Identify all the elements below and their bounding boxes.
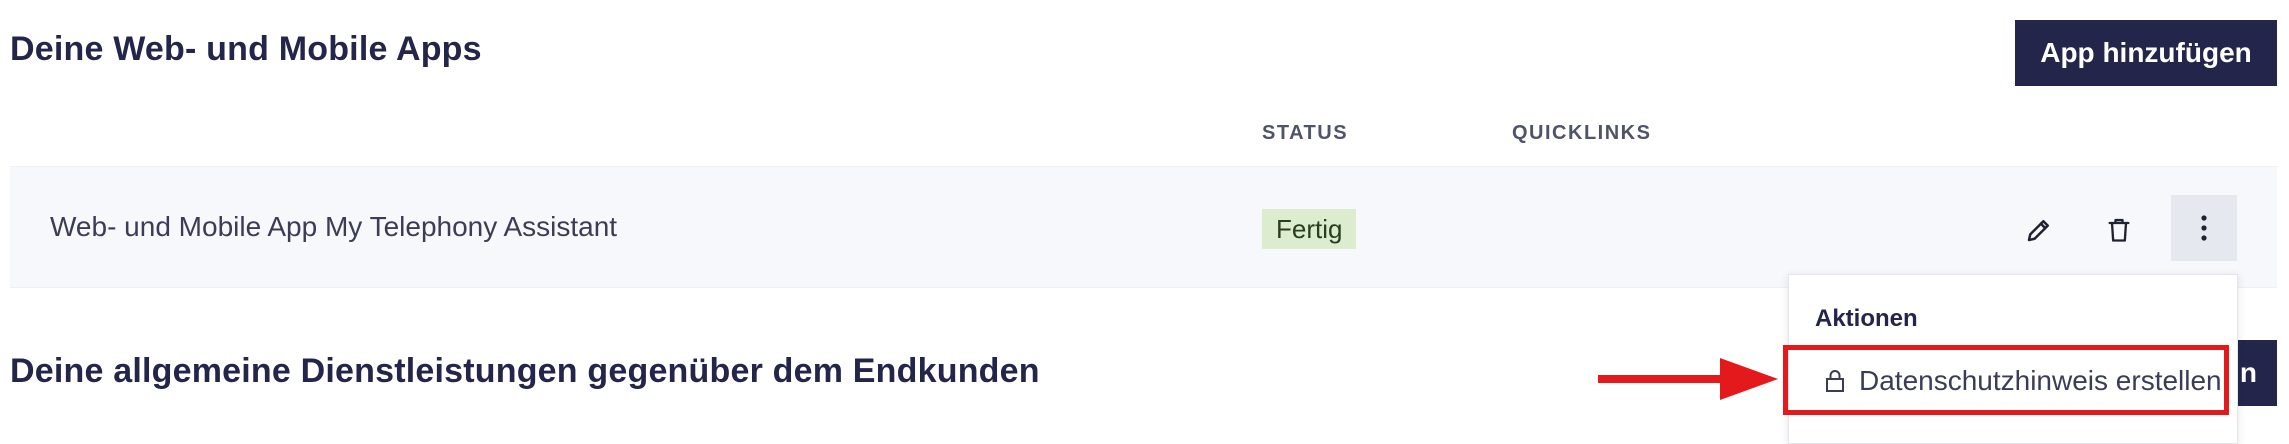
services-section-title: Deine allgemeine Dienstleistungen gegenü… — [10, 352, 1040, 390]
dropdown-heading: Aktionen — [1815, 305, 1918, 332]
pencil-icon[interactable] — [2012, 203, 2066, 257]
table-row: Web- und Mobile App My Telephony Assista… — [10, 166, 2277, 288]
app-name: Web- und Mobile App My Telephony Assista… — [50, 211, 618, 242]
actions-dropdown-menu: Aktionen Datenschutzhinweis erstellen — [1788, 274, 2238, 444]
status-badge: Fertig — [1262, 209, 1357, 249]
lock-icon — [1825, 368, 1845, 394]
add-app-button[interactable]: App hinzufügen — [2015, 20, 2277, 86]
apps-section-title: Deine Web- und Mobile Apps — [10, 30, 482, 68]
trash-icon[interactable] — [2092, 203, 2146, 257]
more-vertical-icon[interactable] — [2171, 195, 2237, 261]
menu-item-create-privacy-notice[interactable]: Datenschutzhinweis erstellen — [1815, 351, 2222, 411]
column-header-quicklinks: QUICKLINKS — [1512, 122, 1652, 144]
annotation-arrow-icon — [1598, 358, 1778, 400]
column-header-status: STATUS — [1262, 122, 1349, 144]
menu-item-label: Datenschutzhinweis erstellen — [1859, 365, 2222, 396]
